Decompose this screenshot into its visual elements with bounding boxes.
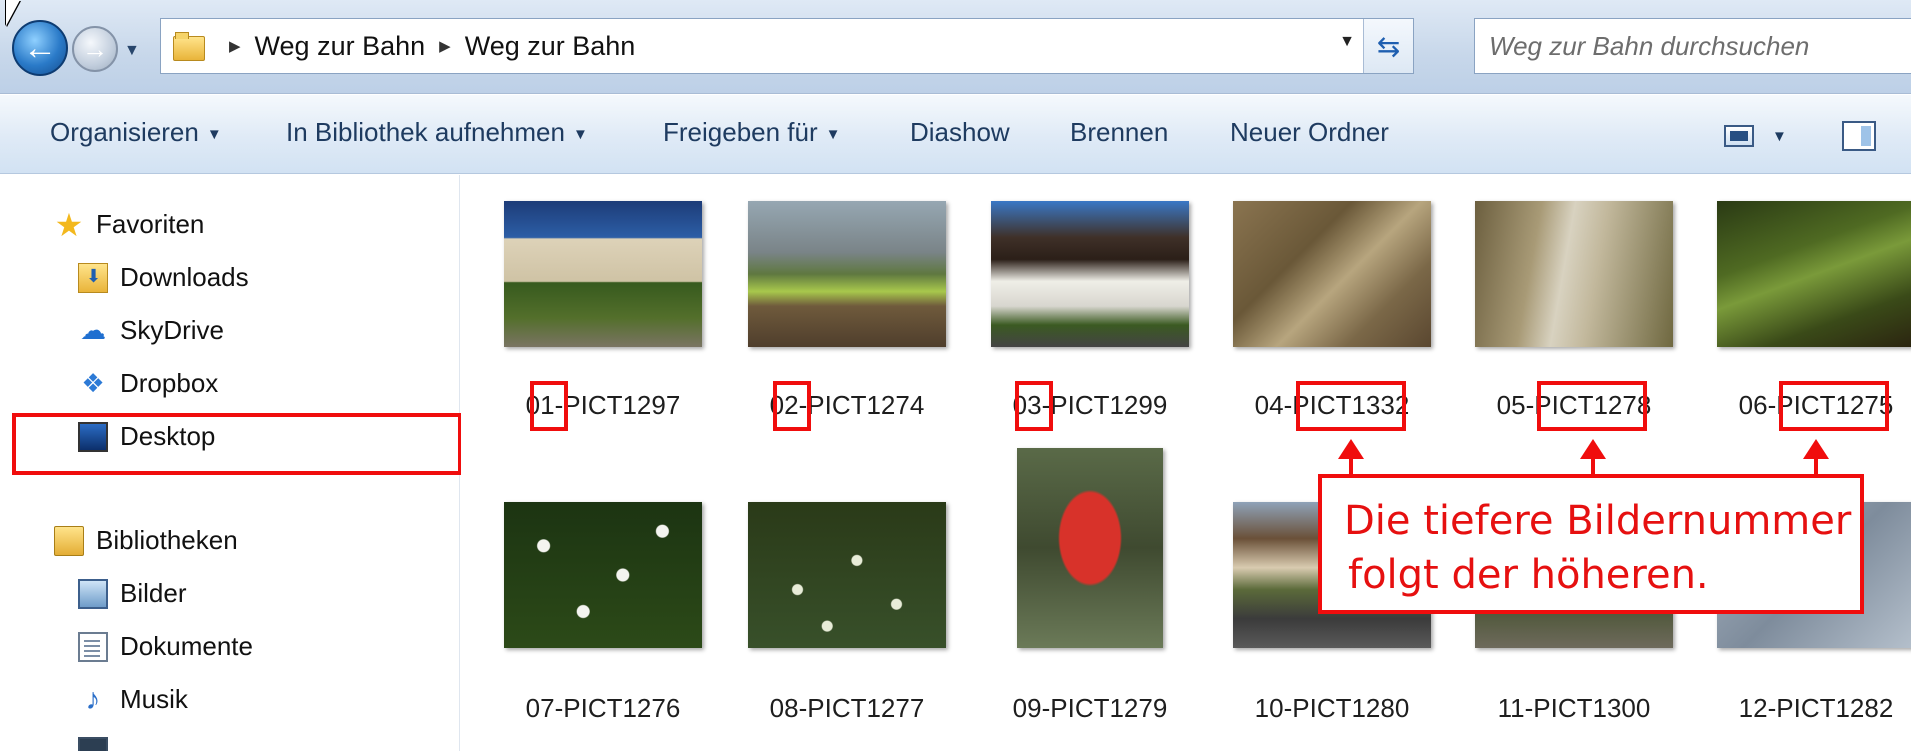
new-folder-button[interactable]: Neuer Ordner xyxy=(1230,117,1389,148)
videos-icon xyxy=(78,737,108,751)
breadcrumb-chevron-icon[interactable]: ▶ xyxy=(439,37,451,55)
refresh-button[interactable]: ⇆ xyxy=(1363,19,1413,73)
cloud-icon: ☁ xyxy=(80,315,106,345)
sidebar-item-skydrive[interactable]: ☁ SkyDrive xyxy=(78,315,224,346)
number-highlight-box xyxy=(530,381,568,431)
number-highlight-box xyxy=(1015,381,1053,431)
file-list-view: 01-PICT1297 02-PICT1274 03-PICT1299 04-P… xyxy=(461,175,1911,751)
slideshow-button[interactable]: Diashow xyxy=(910,117,1010,148)
include-library-label: In Bibliothek aufnehmen xyxy=(286,117,565,147)
documents-icon xyxy=(78,631,108,662)
folder-icon xyxy=(173,32,205,61)
dropbox-icon: ❖ xyxy=(81,368,105,398)
downloads-folder-icon xyxy=(78,262,108,293)
thumbnail-06[interactable] xyxy=(1717,201,1911,347)
address-field[interactable]: ▶ Weg zur Bahn ▶ Weg zur Bahn ▼ ⇆ xyxy=(160,18,1414,74)
file-name-label[interactable]: 08-PICT1277 xyxy=(732,693,962,724)
file-name-label[interactable]: 02-PICT1274 xyxy=(732,390,962,421)
sidebar-item-dropbox[interactable]: ❖ Dropbox xyxy=(78,368,218,399)
command-toolbar: Organisieren ▼ In Bibliothek aufnehmen ▼ F… xyxy=(0,95,1911,174)
sidebar-item-label: SkyDrive xyxy=(120,315,225,345)
file-name-label[interactable]: 07-PICT1276 xyxy=(488,693,718,724)
file-name-label[interactable]: 10-PICT1280 xyxy=(1217,693,1447,724)
sidebar-item-videos[interactable] xyxy=(78,737,120,751)
breadcrumb-item[interactable]: Weg zur Bahn xyxy=(465,31,636,62)
thumbnail-08[interactable] xyxy=(748,502,946,648)
share-with-button[interactable]: Freigeben für ▼ xyxy=(663,117,841,148)
sidebar-item-label: Downloads xyxy=(120,262,249,292)
forward-arrow-icon: → xyxy=(82,33,108,64)
navigation-pane: ★Favoriten Downloads ☁SkyDrive ❖Dropbox … xyxy=(0,175,462,751)
refresh-icon: ⇆ xyxy=(1376,30,1401,62)
include-library-button[interactable]: In Bibliothek aufnehmen ▼ xyxy=(286,117,588,148)
forward-button[interactable]: → xyxy=(72,26,118,72)
sidebar-item-libraries[interactable]: Bibliotheken xyxy=(54,525,238,556)
dropdown-arrow-icon: ▼ xyxy=(572,125,588,143)
sidebar-item-label: Bilder xyxy=(120,578,187,608)
sidebar-item-music[interactable]: ♪ Musik xyxy=(78,682,188,716)
dropdown-arrow-icon: ▼ xyxy=(825,125,841,143)
share-with-label: Freigeben für xyxy=(663,117,818,147)
sidebar-item-label: Favoriten xyxy=(96,209,205,239)
number-highlight-box xyxy=(1296,381,1406,431)
sidebar-item-label: Bibliotheken xyxy=(96,525,238,555)
mouse-cursor-icon xyxy=(6,0,20,26)
thumbnail-04[interactable] xyxy=(1233,201,1431,347)
sidebar-item-documents[interactable]: Dokumente xyxy=(78,631,253,662)
annotation-line-2: folgt der höheren. xyxy=(1348,552,1709,598)
thumbnail-05[interactable] xyxy=(1475,201,1673,347)
breadcrumb-chevron-icon[interactable]: ▶ xyxy=(229,37,241,55)
change-view-icon[interactable] xyxy=(1724,125,1754,147)
libraries-icon xyxy=(54,525,84,556)
thumbnail-01[interactable] xyxy=(504,201,702,347)
music-note-icon: ♪ xyxy=(85,682,101,716)
star-icon: ★ xyxy=(54,206,84,243)
thumbnail-02[interactable] xyxy=(748,201,946,347)
file-name-label[interactable]: 09-PICT1279 xyxy=(975,693,1205,724)
sidebar-item-favorites[interactable]: ★ Favoriten xyxy=(54,206,205,243)
back-button[interactable]: ← xyxy=(12,20,68,76)
address-bar-row: ← → ▼ ▶ Weg zur Bahn ▶ Weg zur Bahn ▼ ⇆ … xyxy=(0,0,1911,94)
number-highlight-box xyxy=(773,381,811,431)
thumbnail-07[interactable] xyxy=(504,502,702,648)
number-highlight-box xyxy=(1537,381,1647,431)
organize-menu-button[interactable]: Organisieren ▼ xyxy=(50,117,222,148)
preview-pane-icon[interactable] xyxy=(1842,121,1876,151)
file-name-label[interactable]: 01-PICT1297 xyxy=(488,390,718,421)
address-dropdown-icon[interactable]: ▼ xyxy=(1339,33,1355,51)
burn-button[interactable]: Brennen xyxy=(1070,117,1168,148)
organize-label: Organisieren xyxy=(50,117,199,147)
sidebar-item-label: Dokumente xyxy=(120,631,253,661)
file-name-label[interactable]: 03-PICT1299 xyxy=(975,390,1205,421)
back-arrow-icon: ← xyxy=(23,28,57,67)
pictures-icon xyxy=(78,578,108,609)
view-options-dropdown-icon[interactable]: ▼ xyxy=(1772,128,1787,145)
sidebar-item-label: Dropbox xyxy=(120,368,219,398)
file-name-label[interactable]: 12-PICT1282 xyxy=(1701,693,1911,724)
recent-pages-dropdown[interactable]: ▼ xyxy=(124,42,140,60)
file-name-label[interactable]: 11-PICT1300 xyxy=(1459,693,1689,724)
search-input[interactable]: Weg zur Bahn durchsuchen xyxy=(1474,18,1911,74)
sidebar-item-pictures[interactable]: Bilder xyxy=(78,578,186,609)
thumbnail-03[interactable] xyxy=(991,201,1189,347)
breadcrumb-item[interactable]: Weg zur Bahn xyxy=(255,31,426,62)
number-highlight-box xyxy=(1779,381,1889,431)
sidebar-item-downloads[interactable]: Downloads xyxy=(78,262,249,293)
sidebar-item-label: Musik xyxy=(120,684,188,714)
annotation-line-1: Die tiefere Bildernummer xyxy=(1344,498,1852,544)
search-placeholder: Weg zur Bahn durchsuchen xyxy=(1489,30,1810,61)
thumbnail-09[interactable] xyxy=(1017,448,1163,648)
dropdown-arrow-icon: ▼ xyxy=(206,125,222,143)
annotation-callout: Die tiefere Bildernummer folgt der höher… xyxy=(1318,474,1864,614)
desktop-highlight-box xyxy=(12,413,462,475)
